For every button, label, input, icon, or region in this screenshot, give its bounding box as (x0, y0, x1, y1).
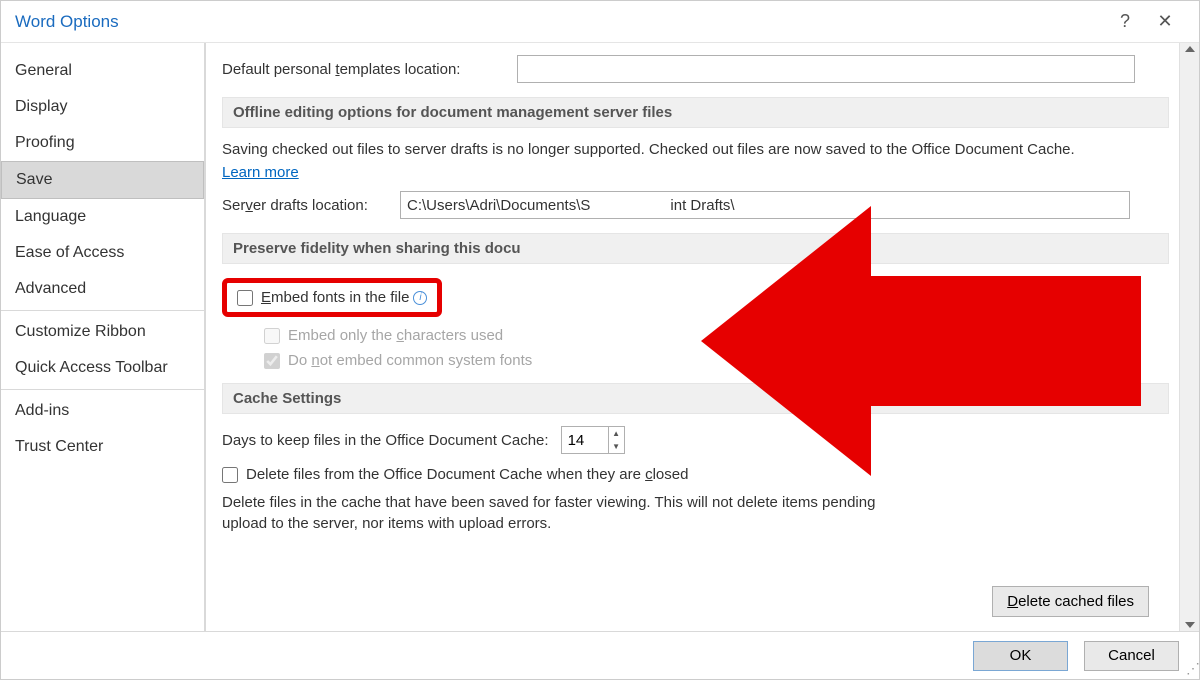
scroll-down-icon[interactable] (1185, 622, 1195, 628)
info-icon[interactable]: i (413, 291, 427, 305)
category-sidebar: General Display Proofing Save Language E… (1, 43, 206, 631)
cache-days-row: Days to keep files in the Office Documen… (222, 426, 1169, 454)
preserve-fidelity-heading: Preserve fidelity when sharing this docu (222, 233, 1169, 264)
close-button[interactable]: ✕ (1145, 11, 1185, 32)
embed-fonts-option[interactable]: Embed fonts in the file i (237, 289, 427, 306)
cache-settings-heading: Cache Settings (222, 383, 1169, 414)
delete-on-close-checkbox[interactable] (222, 467, 238, 483)
sidebar-item-advanced[interactable]: Advanced (1, 271, 204, 307)
sidebar-item-save[interactable]: Save (1, 161, 204, 199)
server-drafts-label: Server drafts location: (222, 197, 400, 214)
sidebar-item-proofing[interactable]: Proofing (1, 125, 204, 161)
offline-note: Saving checked out files to server draft… (222, 140, 1122, 160)
sidebar-separator (1, 310, 204, 311)
delete-on-close-option[interactable]: Delete files from the Office Document Ca… (222, 466, 1169, 483)
scroll-up-icon[interactable] (1185, 46, 1195, 52)
sidebar-item-display[interactable]: Display (1, 89, 204, 125)
templates-location-label: Default personal templates location: (222, 61, 517, 78)
sidebar-item-quick-access-toolbar[interactable]: Quick Access Toolbar (1, 350, 204, 386)
sidebar-separator (1, 389, 204, 390)
sidebar-item-language[interactable]: Language (1, 199, 204, 235)
embed-fonts-checkbox[interactable] (237, 290, 253, 306)
sidebar-item-add-ins[interactable]: Add-ins (1, 393, 204, 429)
templates-row: Default personal templates location: (222, 55, 1169, 83)
ok-button[interactable]: OK (973, 641, 1068, 671)
templates-location-input[interactable] (517, 55, 1135, 83)
cache-days-label: Days to keep files in the Office Documen… (222, 432, 549, 449)
dialog-title: Word Options (15, 12, 1105, 32)
dialog-footer: OK Cancel (1, 631, 1199, 679)
embed-only-characters-option: Embed only the characters used (264, 327, 1169, 344)
help-button[interactable]: ? (1105, 11, 1145, 32)
delete-cached-files-button[interactable]: Delete cached files (992, 586, 1149, 617)
cancel-button[interactable]: Cancel (1084, 641, 1179, 671)
resize-grip-icon[interactable]: ⋰ (1186, 660, 1197, 677)
no-common-fonts-checkbox (264, 353, 280, 369)
sidebar-item-general[interactable]: General (1, 53, 204, 89)
spinner-up[interactable]: ▲ (609, 427, 624, 440)
embed-fonts-highlight: Embed fonts in the file i (222, 278, 442, 317)
offline-section-heading: Offline editing options for document man… (222, 97, 1169, 128)
learn-more-link[interactable]: Learn more (222, 164, 299, 181)
no-common-fonts-option: Do not embed common system fonts (264, 352, 1169, 369)
cache-days-spinner[interactable]: ▲ ▼ (561, 426, 625, 454)
dialog-body: General Display Proofing Save Language E… (1, 43, 1199, 631)
sidebar-item-customize-ribbon[interactable]: Customize Ribbon (1, 314, 204, 350)
vertical-scrollbar[interactable] (1179, 43, 1199, 631)
embed-only-characters-checkbox (264, 328, 280, 344)
word-options-dialog: Word Options ? ✕ General Display Proofin… (0, 0, 1200, 680)
sidebar-item-trust-center[interactable]: Trust Center (1, 429, 204, 465)
server-drafts-row: Server drafts location: C:\Users\Adri\Do… (222, 191, 1169, 219)
spinner-down[interactable]: ▼ (609, 440, 624, 453)
cache-days-input[interactable] (562, 427, 608, 453)
title-bar: Word Options ? ✕ (1, 1, 1199, 43)
sidebar-item-ease-of-access[interactable]: Ease of Access (1, 235, 204, 271)
cache-info-text: Delete files in the cache that have been… (222, 493, 902, 534)
server-drafts-input[interactable]: C:\Users\Adri\Documents\Sint Drafts\ (400, 191, 1130, 219)
content-wrap: Default personal templates location: Off… (206, 43, 1199, 631)
save-options-panel: Default personal templates location: Off… (206, 43, 1179, 631)
